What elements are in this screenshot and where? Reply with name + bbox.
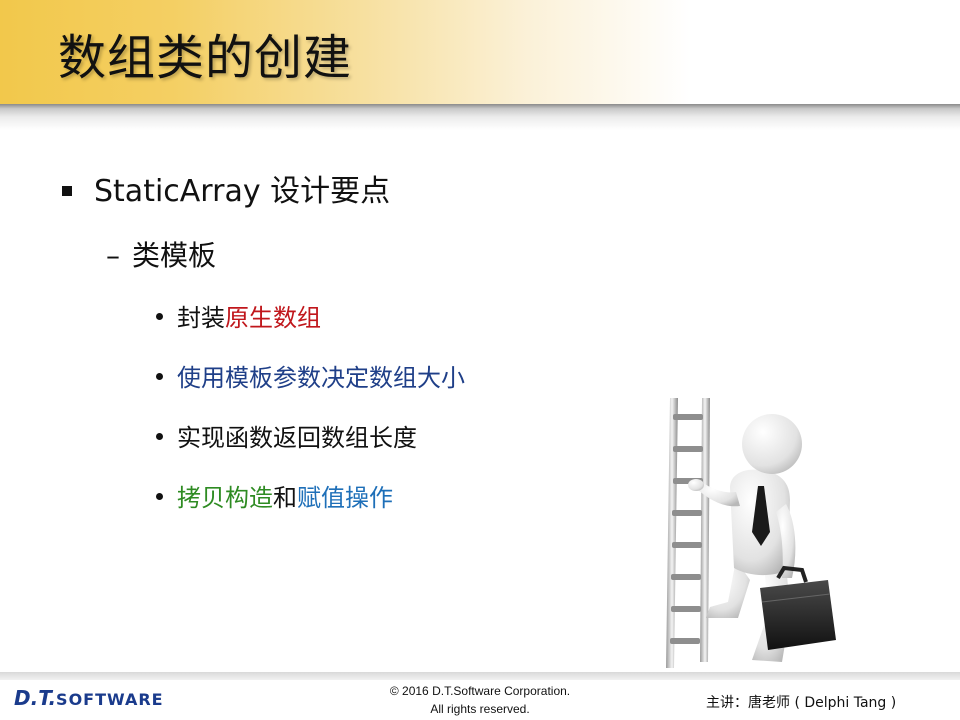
dot-bullet-icon [156, 372, 163, 380]
square-bullet-icon [62, 185, 72, 196]
sub-bullet-1-part-1: 封装 [177, 304, 225, 332]
bullet-level1: StaticArray 设计要点 [62, 166, 390, 210]
sub-bullet-4-part-2: 和 [273, 484, 297, 512]
presenter-credit: 主讲：唐老师 ( Delphi Tang ) [706, 695, 897, 711]
copyright-line-2: All rights reserved. [430, 702, 530, 716]
sub-bullet-4: 拷贝构造和赋值操作 [156, 478, 393, 513]
footer-divider [0, 672, 960, 680]
sub-bullet-4-part-3: 赋值操作 [297, 484, 393, 512]
bullet-level2: – 类模板 [106, 234, 216, 274]
logo-dt: D.T. [14, 686, 57, 710]
ladder-icon [666, 398, 710, 668]
copyright: © 2016 D.T.Software Corporation. All rig… [330, 682, 630, 718]
title-shadow [0, 104, 960, 130]
logo-software: SOFTWARE [56, 690, 164, 709]
company-logo: D.T.SOFTWARE [14, 686, 164, 710]
bullet-level2-text: 类模板 [132, 239, 217, 272]
dot-bullet-icon [156, 312, 163, 320]
sub-bullet-2: 使用模板参数决定数组大小 [156, 358, 465, 393]
bullet-level1-text: StaticArray 设计要点 [94, 174, 391, 209]
sub-bullet-1: 封装原生数组 [156, 298, 321, 333]
dash-bullet-icon: – [106, 239, 120, 272]
dot-bullet-icon [156, 492, 163, 500]
copyright-line-1: © 2016 D.T.Software Corporation. [389, 684, 571, 698]
dot-bullet-icon [156, 432, 163, 440]
ladder-climber-illustration [666, 398, 836, 668]
slide-title: 数组类的创建 [58, 30, 353, 86]
sub-bullet-3: 实现函数返回数组长度 [156, 418, 417, 453]
sub-bullet-1-part-2: 原生数组 [225, 304, 321, 332]
sub-bullet-2-part-1: 使用模板参数决定数组大小 [177, 364, 465, 392]
sub-bullet-4-part-1: 拷贝构造 [177, 484, 273, 512]
sub-bullet-3-part-1: 实现函数返回数组长度 [177, 424, 417, 452]
